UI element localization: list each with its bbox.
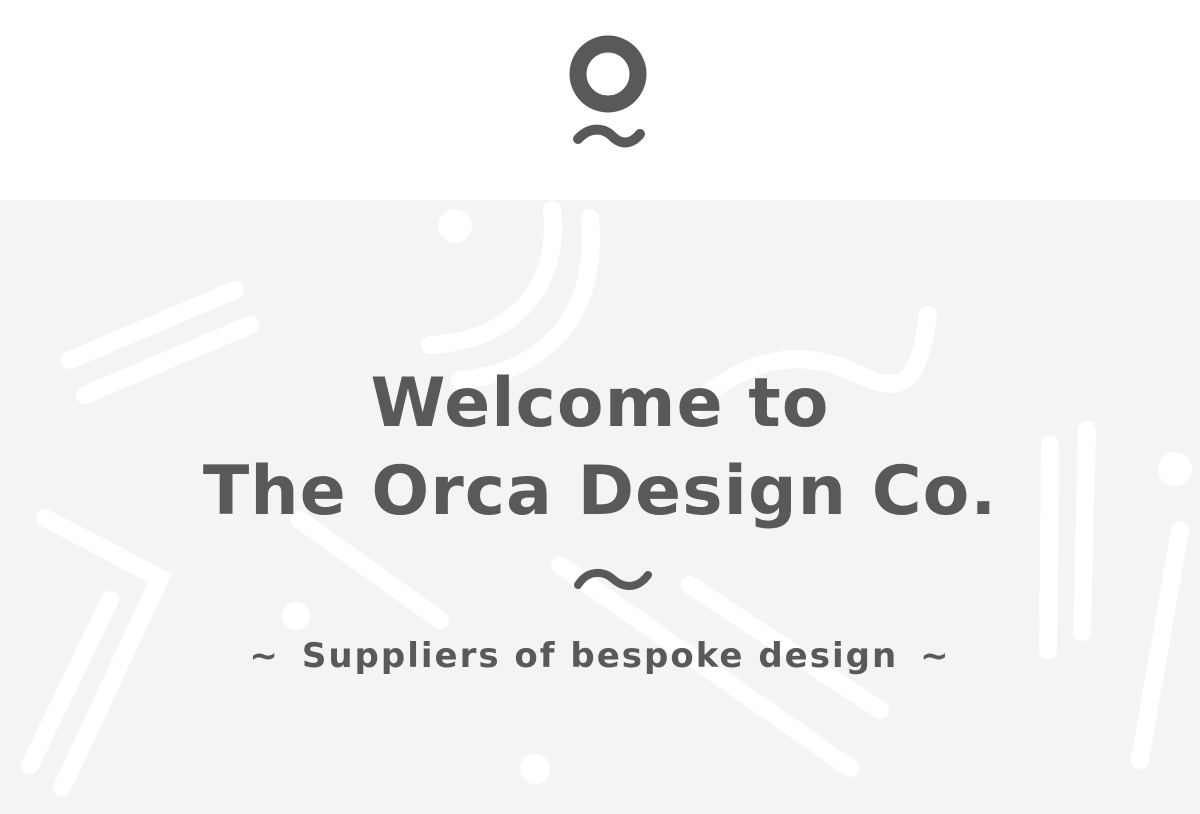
- tagline-right-mark: ~: [920, 636, 951, 676]
- hero-title: Welcome to The Orca Design Co.: [0, 360, 1200, 536]
- hero-tagline: ~ Suppliers of bespoke design ~: [0, 634, 1200, 678]
- hero-title-line-1: Welcome to: [370, 364, 830, 443]
- orca-logo-icon[interactable]: [560, 28, 656, 156]
- site-header: [0, 0, 1200, 200]
- hero-title-line-2: The Orca Design Co.: [202, 452, 998, 531]
- tagline-left-mark: ~: [249, 636, 280, 676]
- wave-tilde-icon: [574, 569, 652, 590]
- tagline-text: Suppliers of bespoke design: [301, 636, 899, 676]
- hero-section: Welcome to The Orca Design Co. ~ Supplier…: [0, 200, 1200, 814]
